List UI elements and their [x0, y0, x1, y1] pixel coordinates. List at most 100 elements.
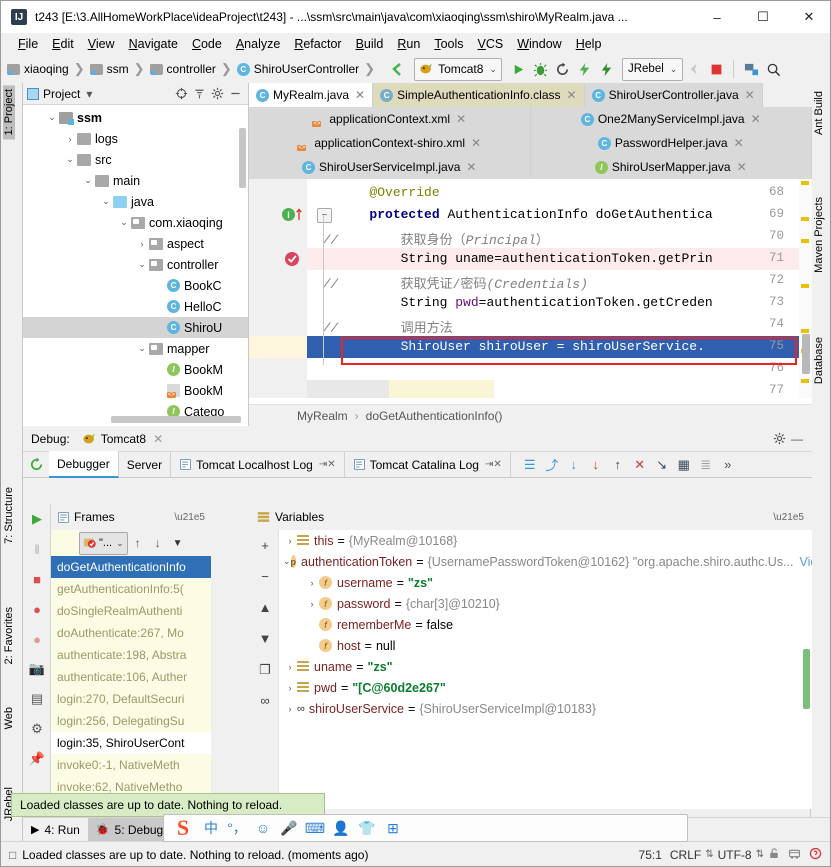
menu-item-refactor[interactable]: Refactor: [287, 35, 348, 53]
editor-breadcrumb-item[interactable]: doGetAuthenticationInfo(): [366, 409, 503, 423]
voice-input-icon[interactable]: 🎤: [276, 816, 302, 840]
project-tree-item[interactable]: › logs: [23, 128, 248, 149]
frame-item[interactable]: login:270, DefaultSecuri: [51, 688, 211, 710]
add-watch-icon[interactable]: +: [251, 530, 279, 561]
hotswap-debug-button[interactable]: [596, 58, 618, 80]
variable-row[interactable]: f host = null: [279, 635, 812, 656]
project-tree-item[interactable]: ⌄ controller: [23, 254, 248, 275]
variable-expander-icon[interactable]: ›: [283, 704, 297, 714]
settings-list-icon[interactable]: ≣: [695, 454, 717, 476]
breadcrumb-item-ssm[interactable]: ssm: [89, 62, 129, 76]
close-icon[interactable]: ✕: [734, 136, 744, 150]
frame-item[interactable]: authenticate:198, Abstra: [51, 644, 211, 666]
close-icon[interactable]: ✕: [466, 160, 476, 174]
resume-program-icon[interactable]: ▶: [23, 504, 51, 534]
variable-row[interactable]: › ∞ shiroUserService = {ShiroUserServiceImpl…: [279, 698, 812, 719]
close-icon[interactable]: ✕: [751, 112, 761, 126]
menu-item-build[interactable]: Build: [349, 35, 391, 53]
breadcrumb-item-shirousercontroller[interactable]: C ShiroUserController: [236, 62, 359, 76]
frame-item[interactable]: invoke0:-1, NativeMeth: [51, 754, 211, 776]
hide-panel-icon[interactable]: [226, 85, 244, 103]
jrebel-run-icon[interactable]: [683, 58, 705, 80]
run-configuration-selector[interactable]: Tomcat8 ⌄: [414, 57, 502, 81]
project-tree-item[interactable]: C HelloC: [23, 296, 248, 317]
close-icon[interactable]: ✕: [153, 432, 163, 446]
project-tree-item[interactable]: ⌄ ssm: [23, 107, 248, 128]
sogou-logo-icon[interactable]: S: [168, 815, 198, 841]
tool-window-button-debug[interactable]: 🐞 5: Debug: [87, 818, 172, 841]
restore-layout-icon[interactable]: ▤: [23, 684, 51, 714]
tree-expander-icon[interactable]: ›: [63, 134, 77, 144]
menu-item-vcs[interactable]: VCS: [471, 35, 511, 53]
menu-item-window[interactable]: Window: [510, 35, 568, 53]
minimize-button[interactable]: –: [694, 1, 740, 33]
project-scrollbar-horizontal[interactable]: [111, 416, 241, 423]
editor-tab[interactable]: C ShiroUserController.java ✕: [584, 83, 763, 107]
hotswap-button[interactable]: [574, 58, 596, 80]
right-tool-tab-database[interactable]: Database: [813, 333, 825, 388]
debug-tab-tomcatlocalhostlog[interactable]: Tomcat Localhost Log ⇥✕: [171, 452, 345, 477]
copy-value-icon[interactable]: ❐: [251, 654, 279, 685]
variable-expander-icon[interactable]: ⌄: [283, 556, 291, 567]
editor-tab[interactable]: C One2ManyServiceImpl.java ✕: [530, 107, 812, 131]
editor-tab[interactable]: C ShiroUserServiceImpl.java ✕: [249, 155, 531, 179]
right-tool-tab-mavenprojects[interactable]: Maven Projects: [813, 193, 825, 277]
toolbox-icon[interactable]: ⊞: [380, 816, 406, 840]
close-icon[interactable]: ✕: [737, 160, 747, 174]
tree-expander-icon[interactable]: ⌄: [45, 112, 59, 123]
menu-item-navigate[interactable]: Navigate: [122, 35, 185, 53]
variable-row[interactable]: › this = {MyRealm@10168}: [279, 530, 812, 551]
project-tree-item[interactable]: ⌄ com.xiaoqing: [23, 212, 248, 233]
frame-item[interactable]: doGetAuthenticationInfo: [51, 556, 211, 578]
remove-watch-icon[interactable]: −: [251, 561, 279, 592]
frame-item[interactable]: getAuthenticationInfo:5(: [51, 578, 211, 600]
frame-item[interactable]: doSingleRealmAuthenti: [51, 600, 211, 622]
project-tree-item[interactable]: ⌄ main: [23, 170, 248, 191]
settle-icon[interactable]: \u21e5: [773, 512, 804, 523]
user-icon[interactable]: 👤: [328, 816, 354, 840]
project-tree-item[interactable]: ⌄ src: [23, 149, 248, 170]
get-thread-dump-icon[interactable]: 📷: [23, 654, 51, 684]
editor-tab[interactable]: C PasswordHelper.java ✕: [530, 131, 812, 155]
tree-expander-icon[interactable]: ⌄: [135, 343, 149, 354]
frame-item[interactable]: doAuthenticate:267, Mo: [51, 622, 211, 644]
gear-icon[interactable]: [208, 85, 226, 103]
editor-breadcrumb-item[interactable]: MyRealm: [297, 409, 348, 423]
chinese-mode-icon[interactable]: 中: [198, 816, 224, 840]
menu-item-tools[interactable]: Tools: [427, 35, 470, 53]
gear-icon[interactable]: [770, 430, 788, 448]
frame-up-icon[interactable]: ↑: [128, 536, 148, 550]
close-icon[interactable]: ✕: [471, 136, 481, 150]
editor-tab[interactable]: C SimpleAuthenticationInfo.class ✕: [373, 83, 585, 107]
tool-window-button-run[interactable]: ▶ 4: Run: [23, 818, 88, 841]
event-log-icon[interactable]: □: [9, 848, 16, 862]
debug-session-tab[interactable]: Tomcat8 ✕: [82, 432, 163, 446]
drop-frame-icon[interactable]: ✕: [629, 454, 651, 476]
variable-expander-icon[interactable]: ›: [283, 662, 297, 672]
close-icon[interactable]: ⇥✕: [319, 459, 336, 470]
run-button[interactable]: [508, 58, 530, 80]
project-tree-item[interactable]: C BookC: [23, 275, 248, 296]
project-tree-item[interactable]: BookM: [23, 380, 248, 401]
hide-panel-icon[interactable]: —: [788, 430, 806, 448]
mute-breakpoints-icon[interactable]: ●: [23, 624, 51, 654]
jrebel-selector[interactable]: JRebel ⌄: [621, 57, 684, 81]
variable-row[interactable]: › f password = {char[3]@10210}: [279, 593, 812, 614]
collapse-all-icon[interactable]: [190, 85, 208, 103]
project-tree-item[interactable]: ⌄ java: [23, 191, 248, 212]
evaluate-expression-icon[interactable]: ▦: [673, 454, 695, 476]
menu-item-analyze[interactable]: Analyze: [229, 35, 287, 53]
debug-tab-server[interactable]: Server: [119, 452, 172, 477]
settings-icon[interactable]: ⚙: [23, 714, 51, 744]
variable-expander-icon[interactable]: ›: [305, 599, 319, 609]
menu-item-file[interactable]: File: [11, 35, 45, 53]
emoji-icon[interactable]: ☺: [250, 816, 276, 840]
inspect-icon[interactable]: ∞: [251, 685, 279, 716]
view-link[interactable]: View: [800, 555, 812, 569]
close-icon[interactable]: ⇥✕: [485, 459, 502, 470]
error-stripe-gutter[interactable]: [799, 179, 812, 398]
tree-expander-icon[interactable]: ⌄: [63, 154, 77, 165]
scroll-from-source-icon[interactable]: [172, 85, 190, 103]
variable-expander-icon[interactable]: ›: [283, 536, 297, 546]
close-button[interactable]: ✕: [786, 1, 830, 33]
